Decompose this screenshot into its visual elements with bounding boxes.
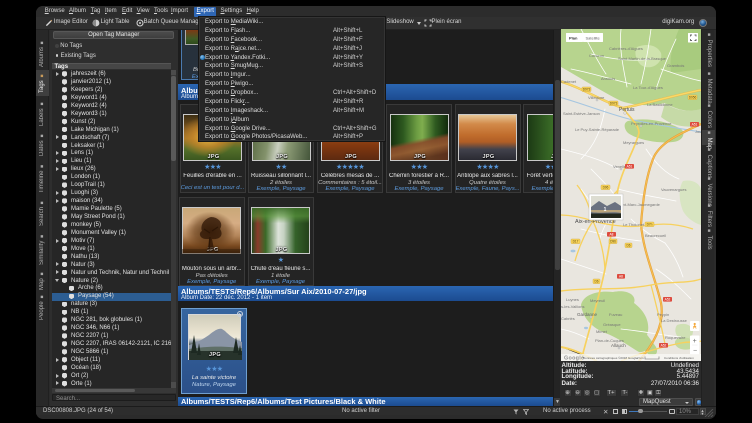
svg-text:Grambois: Grambois xyxy=(667,63,684,68)
svg-text:Données cartographiques ©2018: Données cartographiques ©2018 Google xyxy=(583,356,638,360)
svg-text:D7n: D7n xyxy=(646,223,652,227)
svg-text:Mimet: Mimet xyxy=(596,329,608,334)
svg-text:Meyrargues: Meyrargues xyxy=(623,140,644,145)
svg-text:2 km: 2 km xyxy=(637,356,644,360)
svg-text:Saint-Martin-de-la-Brasque: Saint-Martin-de-la-Brasque xyxy=(618,56,667,61)
svg-text:s-les-Vallions: s-les-Vallions xyxy=(561,304,585,309)
svg-text:A8: A8 xyxy=(609,233,613,237)
svg-text:La Tour-d'Aigues: La Tour-d'Aigues xyxy=(633,85,663,90)
svg-text:D973: D973 xyxy=(609,102,617,106)
svg-text:Luynes: Luynes xyxy=(566,297,579,302)
svg-text:Plan: Plan xyxy=(569,35,578,40)
svg-text:La Bastidonne: La Bastidonne xyxy=(647,102,673,107)
svg-text:Cucuron: Cucuron xyxy=(589,53,604,58)
svg-text:D96: D96 xyxy=(602,186,608,190)
svg-text:Meyreuil: Meyreuil xyxy=(590,298,605,303)
svg-text:Ansouis: Ansouis xyxy=(601,76,615,81)
svg-text:Satellite: Satellite xyxy=(585,35,600,40)
svg-text:La Destrousse: La Destrousse xyxy=(661,318,688,323)
svg-text:D973: D973 xyxy=(582,88,590,92)
svg-text:A8: A8 xyxy=(619,275,623,279)
svg-text:A52: A52 xyxy=(664,298,670,302)
svg-text:Gréasque: Gréasque xyxy=(603,322,621,327)
svg-text:Saint-Marc-Jaumegarde: Saint-Marc-Jaumegarde xyxy=(617,202,661,207)
svg-text:A52: A52 xyxy=(660,344,666,348)
svg-text:D6: D6 xyxy=(626,244,630,248)
svg-text:A51: A51 xyxy=(691,123,697,127)
svg-text:Jouq: Jouq xyxy=(695,129,701,134)
svg-text:D956: D956 xyxy=(688,96,696,100)
svg-text:Pertuis: Pertuis xyxy=(619,107,635,113)
svg-text:Cabriès: Cabriès xyxy=(561,316,575,321)
svg-text:Peyrolles-en-Provence: Peyrolles-en-Provence xyxy=(631,121,672,126)
svg-text:Cabrières-d'Aigues: Cabrières-d'Aigues xyxy=(609,46,643,51)
svg-text:D96: D96 xyxy=(610,240,616,244)
svg-text:Roquevaire: Roquevaire xyxy=(665,335,686,340)
svg-text:Le Puy-Sainte-Réparade: Le Puy-Sainte-Réparade xyxy=(575,127,620,132)
svg-text:D6: D6 xyxy=(594,280,598,284)
svg-text:Le Tholonet: Le Tholonet xyxy=(623,222,645,227)
svg-text:1: 1 xyxy=(603,207,606,213)
svg-text:Conditions d'utilisation: Conditions d'utilisation xyxy=(664,356,694,360)
svg-text:Beaurecueil: Beaurecueil xyxy=(645,233,666,238)
svg-text:D17: D17 xyxy=(572,240,578,244)
svg-text:Saint-Estève-Janson: Saint-Estève-Janson xyxy=(563,111,600,116)
svg-text:Gardanne: Gardanne xyxy=(577,312,598,317)
svg-text:Fuveau: Fuveau xyxy=(609,312,622,317)
svg-text:−: − xyxy=(693,348,697,355)
svg-text:Vauvenargues: Vauvenargues xyxy=(661,187,687,192)
svg-text:Cadenet: Cadenet xyxy=(561,79,577,84)
svg-text:Peypin: Peypin xyxy=(657,312,669,317)
svg-text:Google: Google xyxy=(564,356,584,362)
svg-text:A51: A51 xyxy=(626,165,632,169)
svg-text:+: + xyxy=(692,338,696,345)
